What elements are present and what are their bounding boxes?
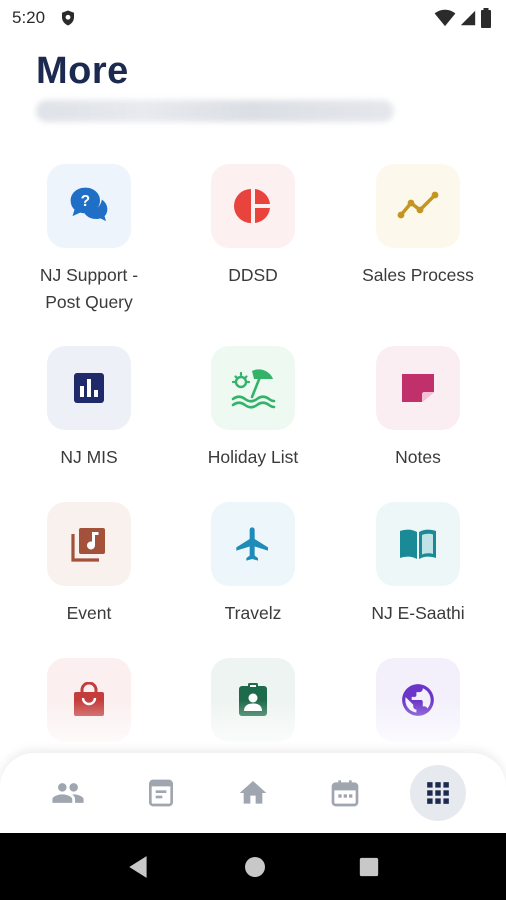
wifi-icon bbox=[434, 9, 456, 27]
book-icon bbox=[400, 529, 436, 559]
tile-label: Sales Process bbox=[362, 265, 474, 285]
tile-globe[interactable] bbox=[338, 658, 498, 756]
tile-notes[interactable]: Notes bbox=[338, 346, 498, 471]
home-circle-icon[interactable] bbox=[243, 855, 267, 879]
back-icon[interactable] bbox=[126, 854, 152, 880]
tile-label: Holiday List bbox=[207, 447, 299, 467]
tile-holiday-list[interactable]: Holiday List bbox=[173, 346, 333, 471]
tile-sales-process[interactable]: Sales Process bbox=[338, 164, 498, 289]
shopping-bag-icon bbox=[74, 682, 104, 716]
home-icon bbox=[239, 781, 267, 804]
tile-label: NJ MIS bbox=[60, 447, 118, 467]
nav-item-more[interactable] bbox=[409, 765, 466, 821]
system-nav-bar bbox=[0, 833, 506, 900]
airplane-icon bbox=[236, 527, 268, 561]
tile-nj-esaathi[interactable]: NJ E-Saathi bbox=[338, 502, 498, 627]
bar-chart-icon bbox=[74, 373, 104, 403]
blurred-subtitle bbox=[36, 100, 394, 122]
tile-icon-bg[interactable] bbox=[47, 658, 131, 742]
tile-id-badge[interactable] bbox=[173, 658, 333, 756]
tile-icon-bg[interactable] bbox=[47, 346, 131, 430]
people-icon bbox=[52, 783, 84, 803]
tile-nj-support[interactable]: ? NJ Support - Post Query bbox=[9, 164, 169, 316]
tile-icon-bg[interactable] bbox=[376, 502, 460, 586]
bottom-nav bbox=[0, 753, 506, 833]
more-screen: 5:20 More ? NJ Support - Post Query DDSD… bbox=[0, 0, 506, 900]
status-icons bbox=[434, 8, 492, 28]
shield-icon bbox=[62, 10, 75, 26]
tile-icon-bg[interactable] bbox=[376, 164, 460, 248]
tile-icon-bg[interactable] bbox=[376, 658, 460, 742]
tile-label: Event bbox=[66, 603, 112, 623]
grid-icon bbox=[426, 782, 449, 804]
tile-icon-bg[interactable] bbox=[211, 502, 295, 586]
music-library-icon bbox=[71, 528, 105, 562]
nav-item-documents[interactable] bbox=[133, 765, 189, 821]
tile-label: NJ E-Saathi bbox=[371, 603, 465, 623]
globe-icon bbox=[402, 684, 434, 716]
nav-item-people[interactable] bbox=[40, 765, 96, 821]
tile-label: DDSD bbox=[228, 265, 278, 285]
status-bar: 5:20 bbox=[0, 0, 506, 36]
tile-travelz[interactable]: Travelz bbox=[173, 502, 333, 627]
tile-ddsd[interactable]: DDSD bbox=[173, 164, 333, 289]
pie-chart-icon bbox=[233, 189, 270, 223]
recents-icon[interactable] bbox=[358, 856, 380, 878]
tile-icon-bg[interactable] bbox=[211, 346, 295, 430]
tile-icon-bg[interactable] bbox=[211, 164, 295, 248]
tile-icon-bg[interactable]: ? bbox=[47, 164, 131, 248]
svg-text:?: ? bbox=[81, 193, 91, 210]
tile-icon-bg[interactable] bbox=[376, 346, 460, 430]
tile-event[interactable]: Event bbox=[9, 502, 169, 627]
tile-shopping[interactable] bbox=[9, 658, 169, 756]
chat-question-icon: ? bbox=[70, 187, 108, 222]
calendar-icon bbox=[332, 780, 359, 807]
tile-label: Travelz bbox=[224, 603, 282, 623]
status-time: 5:20 bbox=[12, 8, 46, 27]
note-icon bbox=[402, 374, 434, 402]
nav-item-home[interactable] bbox=[225, 765, 281, 821]
trend-line-icon bbox=[397, 191, 439, 219]
tile-nj-mis[interactable]: NJ MIS bbox=[9, 346, 169, 471]
tile-icon-bg[interactable] bbox=[211, 658, 295, 742]
tile-icon-bg[interactable] bbox=[47, 502, 131, 586]
id-badge-icon bbox=[239, 683, 267, 716]
battery-icon bbox=[481, 8, 491, 28]
beach-umbrella-icon bbox=[231, 369, 276, 409]
page-title: More bbox=[36, 50, 129, 92]
nav-item-calendar[interactable] bbox=[317, 765, 373, 821]
signal-icon bbox=[460, 10, 476, 26]
tile-label: Notes bbox=[395, 447, 441, 467]
document-icon bbox=[148, 779, 173, 807]
tile-label: NJ Support - Post Query bbox=[39, 265, 139, 312]
